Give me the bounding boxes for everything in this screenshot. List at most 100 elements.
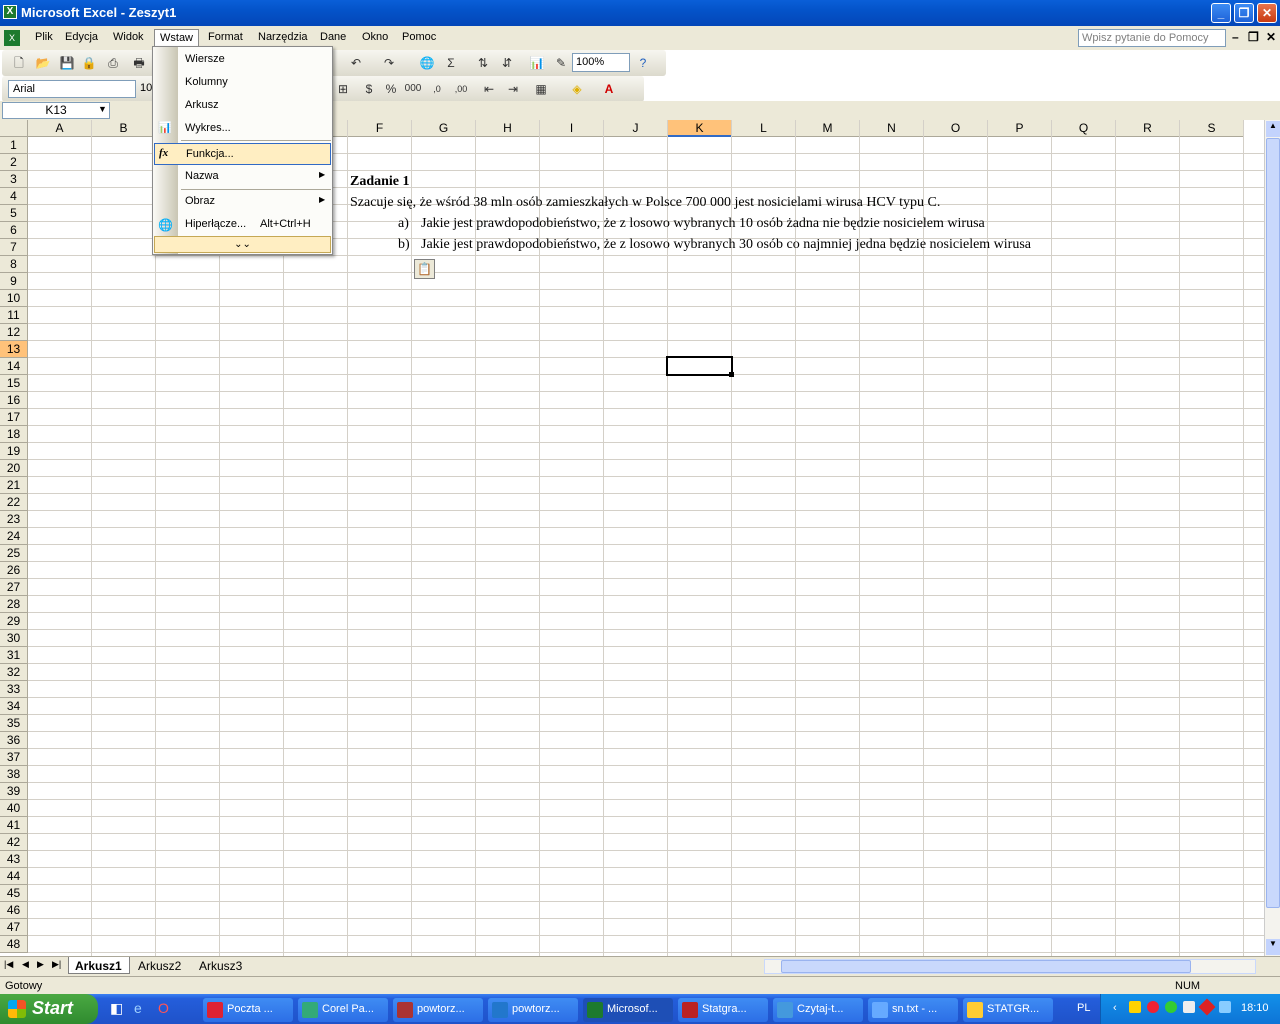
column-header-f[interactable]: F: [348, 120, 412, 137]
speaker-tray-icon[interactable]: [1219, 1001, 1231, 1013]
menu-item-nazwa[interactable]: Nazwa: [154, 166, 331, 188]
print-preview-icon[interactable]: 🖶: [130, 54, 148, 72]
row-header[interactable]: 10: [0, 290, 28, 307]
row-header[interactable]: 17: [0, 409, 28, 426]
column-header-o[interactable]: O: [924, 120, 988, 137]
row-header[interactable]: 48: [0, 936, 28, 953]
row-header[interactable]: 25: [0, 545, 28, 562]
merge-center-icon[interactable]: ⊞: [334, 80, 352, 98]
menu-wstaw[interactable]: Wstaw: [154, 29, 199, 47]
column-header-n[interactable]: N: [860, 120, 924, 137]
row-header[interactable]: 36: [0, 732, 28, 749]
row-header[interactable]: 33: [0, 681, 28, 698]
sort-ascending-icon[interactable]: ⇅: [474, 54, 492, 72]
excel-icon[interactable]: X: [3, 5, 17, 19]
paste-options-icon[interactable]: 📋: [414, 259, 435, 279]
menu-dane[interactable]: Dane: [315, 29, 351, 47]
row-header[interactable]: 15: [0, 375, 28, 392]
prev-sheet-icon[interactable]: ◀: [22, 959, 29, 970]
column-header-p[interactable]: P: [988, 120, 1052, 137]
vertical-scrollbar[interactable]: ▲ ▼: [1264, 120, 1280, 956]
doc-minimize-button[interactable]: –: [1232, 30, 1239, 44]
row-header[interactable]: 38: [0, 766, 28, 783]
menu-pomoc[interactable]: Pomoc: [397, 29, 441, 47]
row-header[interactable]: 28: [0, 596, 28, 613]
update-tray-icon[interactable]: [1198, 998, 1216, 1016]
menu-item-obraz[interactable]: Obraz: [154, 191, 331, 213]
help-search-input[interactable]: Wpisz pytanie do Pomocy: [1078, 29, 1226, 47]
font-name-select[interactable]: Arial: [8, 80, 136, 98]
security-tray-icon[interactable]: [1147, 1001, 1159, 1013]
taskbar-button[interactable]: Poczta ...: [203, 998, 293, 1022]
horizontal-scrollbar[interactable]: [764, 959, 1256, 974]
tab-arkusz2[interactable]: Arkusz2: [138, 959, 181, 973]
row-header[interactable]: 39: [0, 783, 28, 800]
doc-close-button[interactable]: ✕: [1266, 30, 1276, 44]
antivirus-tray-icon[interactable]: [1129, 1001, 1141, 1013]
horizontal-scroll-thumb[interactable]: [781, 960, 1191, 973]
autosum-icon[interactable]: Σ: [442, 54, 460, 72]
percent-icon[interactable]: %: [382, 80, 400, 98]
last-sheet-icon[interactable]: ▶|: [52, 959, 61, 970]
row-header[interactable]: 1: [0, 137, 28, 154]
row-header[interactable]: 31: [0, 647, 28, 664]
row-header[interactable]: 45: [0, 885, 28, 902]
fill-handle[interactable]: [729, 372, 734, 377]
row-header[interactable]: 11: [0, 307, 28, 324]
thousands-icon[interactable]: 000: [404, 80, 422, 98]
menu-item-kolumny[interactable]: Kolumny: [154, 72, 331, 94]
fill-color-icon[interactable]: ◈: [568, 80, 586, 98]
next-sheet-icon[interactable]: ▶: [37, 959, 44, 970]
increase-decimal-icon[interactable]: ,0: [428, 80, 446, 98]
font-color-icon[interactable]: A: [600, 80, 618, 98]
column-header-l[interactable]: L: [732, 120, 796, 137]
column-header-r[interactable]: R: [1116, 120, 1180, 137]
row-header[interactable]: 16: [0, 392, 28, 409]
redo-icon[interactable]: ↷: [380, 54, 398, 72]
row-header[interactable]: 19: [0, 443, 28, 460]
column-header-a[interactable]: A: [28, 120, 92, 137]
column-header-q[interactable]: Q: [1052, 120, 1116, 137]
scroll-down-icon[interactable]: ▼: [1266, 939, 1280, 955]
taskbar-button[interactable]: STATGR...: [963, 998, 1053, 1022]
quicklaunch-desktop-icon[interactable]: ◧: [110, 1000, 123, 1017]
select-all-corner[interactable]: [0, 120, 28, 137]
taskbar-button[interactable]: sn.txt - ...: [868, 998, 958, 1022]
row-header[interactable]: 30: [0, 630, 28, 647]
row-header[interactable]: 29: [0, 613, 28, 630]
row-header[interactable]: 42: [0, 834, 28, 851]
row-header[interactable]: 12: [0, 324, 28, 341]
row-header[interactable]: 20: [0, 460, 28, 477]
row-header[interactable]: 27: [0, 579, 28, 596]
hyperlink-icon[interactable]: 🌐: [418, 54, 436, 72]
row-header[interactable]: 47: [0, 919, 28, 936]
menu-widok[interactable]: Widok: [108, 29, 149, 47]
menu-item-wiersze[interactable]: Wiersze: [154, 49, 331, 71]
taskbar-button[interactable]: Czytaj-t...: [773, 998, 863, 1022]
permission-icon[interactable]: 🔒: [80, 54, 98, 72]
workbook-icon[interactable]: X: [4, 30, 20, 46]
zoom-select[interactable]: 100%: [572, 53, 630, 72]
tab-arkusz3[interactable]: Arkusz3: [199, 959, 242, 973]
restore-button[interactable]: ❐: [1234, 3, 1254, 23]
doc-restore-button[interactable]: ❐: [1248, 30, 1259, 44]
close-button[interactable]: ✕: [1257, 3, 1277, 23]
row-header[interactable]: 2: [0, 154, 28, 171]
name-box-dropdown-icon[interactable]: ▼: [98, 104, 107, 114]
scroll-up-icon[interactable]: ▲: [1266, 121, 1280, 137]
menu-okno[interactable]: Okno: [357, 29, 393, 47]
row-header[interactable]: 8: [0, 256, 28, 273]
network-tray-icon[interactable]: [1165, 1001, 1177, 1013]
name-box[interactable]: K13: [2, 102, 110, 119]
taskbar-button[interactable]: Corel Pa...: [298, 998, 388, 1022]
row-header[interactable]: 13: [0, 341, 28, 358]
taskbar-button[interactable]: Statgra...: [678, 998, 768, 1022]
sort-descending-icon[interactable]: ⇵: [498, 54, 516, 72]
row-header[interactable]: 24: [0, 528, 28, 545]
help-icon[interactable]: ?: [634, 54, 652, 72]
row-header[interactable]: 23: [0, 511, 28, 528]
quicklaunch-opera-icon[interactable]: O: [158, 1000, 169, 1016]
row-header[interactable]: 44: [0, 868, 28, 885]
row-header[interactable]: 37: [0, 749, 28, 766]
column-header-b[interactable]: B: [92, 120, 156, 137]
